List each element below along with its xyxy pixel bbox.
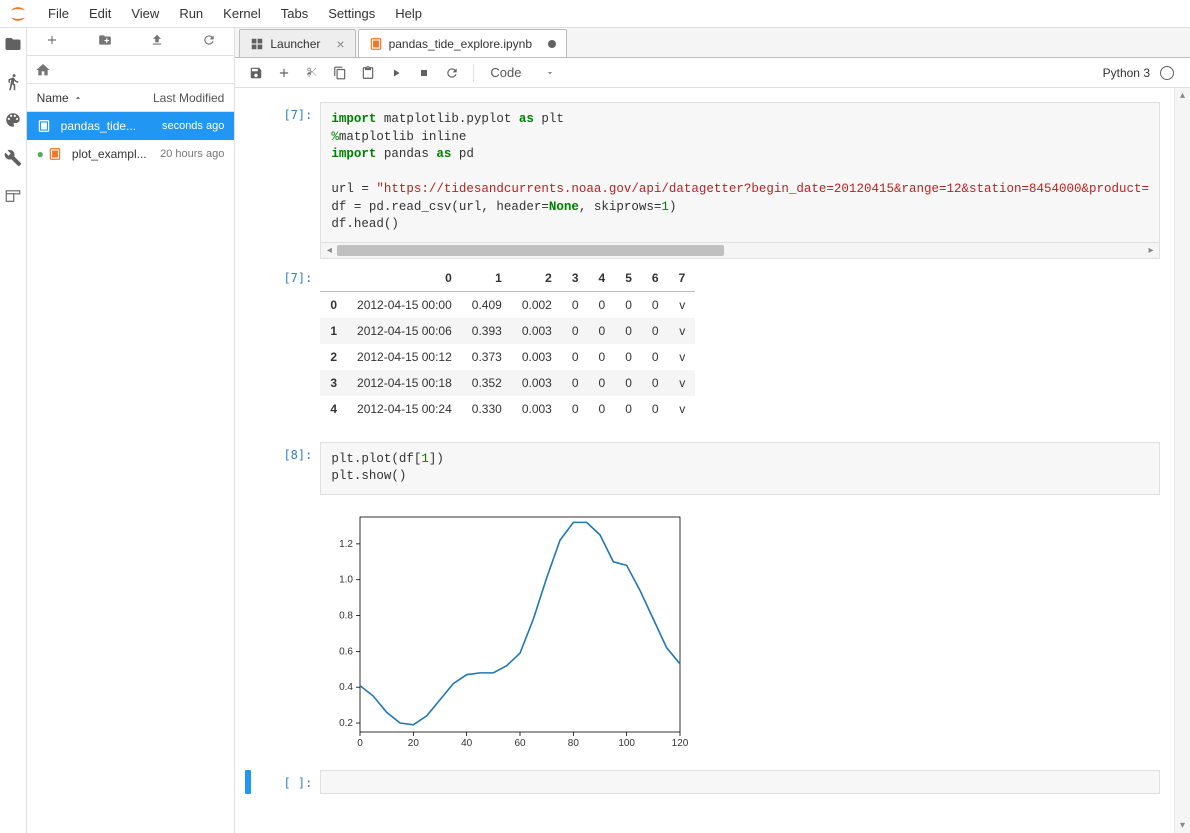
svg-text:20: 20 [408,738,420,749]
restart-button[interactable] [439,61,465,85]
menu-file[interactable]: File [38,2,79,25]
code-cell[interactable]: [8]: plt.plot(df[1]) plt.show() [245,442,1160,495]
file-list: pandas_tide...seconds ago●plot_exampl...… [27,112,235,833]
tab-icon [369,37,383,51]
menu-help[interactable]: Help [385,2,432,25]
svg-text:80: 80 [568,738,580,749]
fb-columns-header[interactable]: Name Last Modified [27,84,235,112]
insert-cell-button[interactable] [271,61,297,85]
empty-code-cell[interactable]: [ ]: [245,770,1160,794]
file-browser: Name Last Modified pandas_tide...seconds… [27,28,236,833]
menu-view[interactable]: View [121,2,169,25]
jupyter-logo-icon [8,4,28,24]
main-area: Launcher×pandas_tide_explore.ipynb Code … [235,28,1190,833]
file-item[interactable]: pandas_tide...seconds ago [27,112,235,140]
svg-text:100: 100 [619,738,636,749]
notebook-icon [48,147,66,161]
menu-edit[interactable]: Edit [79,2,121,25]
input-prompt: [7]: [245,102,320,259]
menu-settings[interactable]: Settings [318,2,385,25]
notebook-panel[interactable]: ▴ ▾ [7]: import matplotlib.pyplot as plt… [235,88,1190,833]
svg-text:0.2: 0.2 [339,718,353,729]
close-icon[interactable]: × [336,36,344,52]
cell-selected-indicator [245,770,251,794]
stop-button[interactable] [411,61,437,85]
menu-tabs[interactable]: Tabs [271,2,318,25]
new-folder-button[interactable] [91,29,119,54]
running-icon[interactable] [3,72,23,92]
col-modified: Last Modified [153,91,224,105]
svg-text:0: 0 [358,738,364,749]
wrench-icon[interactable] [3,148,23,168]
menu-kernel[interactable]: Kernel [213,2,271,25]
cell-type-select[interactable]: Code [482,63,563,82]
code-editor[interactable] [320,770,1160,794]
output-cell: 0 20 40 60 80 100 120 0.2 0.4 0.6 0.8 1.0 1.2 [245,501,1160,760]
run-button[interactable] [383,61,409,85]
svg-text:0.8: 0.8 [339,610,353,621]
fb-toolbar [27,28,235,56]
line-chart: 0 20 40 60 80 100 120 0.2 0.4 0.6 0.8 1.0 1.2 [320,507,690,757]
palette-icon[interactable] [3,110,23,130]
notebook-toolbar: Code Python 3 [235,58,1190,88]
breadcrumb[interactable] [27,56,235,84]
upload-button[interactable] [144,29,170,54]
refresh-button[interactable] [196,29,222,54]
tab-pandas_tide_explore-ipynb[interactable]: pandas_tide_explore.ipynb [358,29,567,57]
cut-button[interactable] [299,61,325,85]
save-button[interactable] [243,61,269,85]
copy-button[interactable] [327,61,353,85]
svg-text:120: 120 [672,738,689,749]
menubar: FileEditViewRunKernelTabsSettingsHelp [0,0,1190,28]
activity-bar [0,28,27,833]
dirty-indicator-icon [548,40,556,48]
tab-bar: Launcher×pandas_tide_explore.ipynb [235,28,1190,58]
svg-text:0.6: 0.6 [339,646,353,657]
kernel-status-icon[interactable] [1160,66,1174,80]
tab-icon [250,37,264,51]
vertical-scrollbar[interactable]: ▴ ▾ [1174,88,1190,833]
notebook-icon [37,119,55,133]
kernel-name[interactable]: Python 3 [1103,66,1150,80]
menu-run[interactable]: Run [169,2,213,25]
code-cell[interactable]: [7]: import matplotlib.pyplot as plt %ma… [245,102,1160,259]
svg-text:1.0: 1.0 [339,574,353,585]
dataframe-table: 0123456702012-04-15 00:000.4090.0020000v… [320,265,695,422]
new-launcher-button[interactable] [39,29,65,54]
output-prompt: [7]: [245,265,320,422]
paste-button[interactable] [355,61,381,85]
folder-icon[interactable] [3,34,23,54]
svg-text:0.4: 0.4 [339,682,353,693]
tabs-icon[interactable] [3,186,23,206]
code-editor[interactable]: import matplotlib.pyplot as plt %matplot… [320,102,1160,243]
svg-text:1.2: 1.2 [339,538,353,549]
svg-text:40: 40 [461,738,473,749]
input-prompt: [8]: [245,442,320,495]
svg-text:60: 60 [515,738,527,749]
code-editor[interactable]: plt.plot(df[1]) plt.show() [320,442,1160,495]
output-cell: [7]: 0123456702012-04-15 00:000.4090.002… [245,265,1160,422]
file-item[interactable]: ●plot_exampl...20 hours ago [27,140,235,168]
horizontal-scrollbar[interactable]: ◂▸ [320,243,1160,259]
input-prompt: [ ]: [257,770,320,794]
col-name: Name [37,91,69,105]
tab-launcher[interactable]: Launcher× [239,29,355,57]
